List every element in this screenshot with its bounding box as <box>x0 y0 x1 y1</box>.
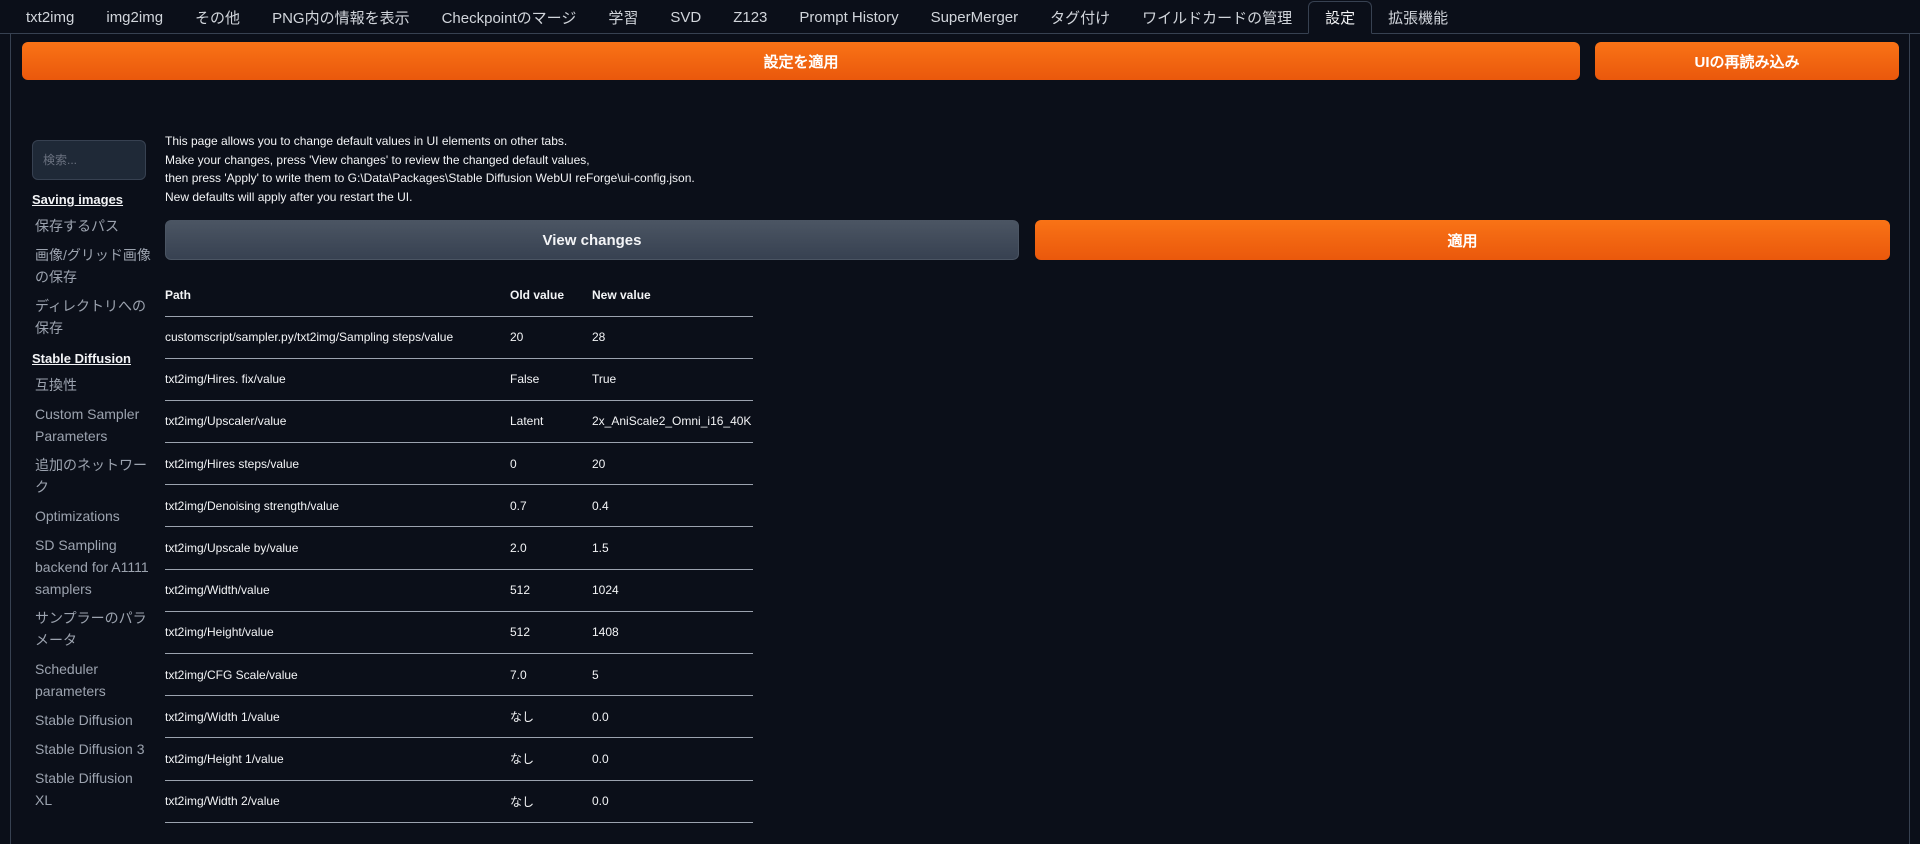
cell-new-value: 0.0 <box>592 695 753 739</box>
table-row: txt2img/Upscale by/value 2.0 1.5 <box>165 526 753 570</box>
tab-2[interactable]: その他 <box>179 1 256 33</box>
cell-old-value: 512 <box>510 569 592 612</box>
cell-new-value: 20 <box>592 442 753 486</box>
sidebar-item[interactable]: 互換性 <box>32 374 152 396</box>
cell-old-value: False <box>510 358 592 401</box>
table-row: txt2img/Height 1/value なし 0.0 <box>165 737 753 781</box>
tab-4[interactable]: Checkpointのマージ <box>426 1 593 33</box>
cell-old-value: なし <box>510 695 592 739</box>
tab-13[interactable]: 拡張機能 <box>1372 1 1464 33</box>
column-header-new-value: New value <box>592 274 753 317</box>
table-row: txt2img/Hires steps/value 0 20 <box>165 442 753 486</box>
table-row: txt2img/Width 1/value なし 0.0 <box>165 695 753 739</box>
tab-12[interactable]: 設定 <box>1308 1 1373 34</box>
tab-1[interactable]: img2img <box>90 1 179 33</box>
cell-old-value: 20 <box>510 316 592 359</box>
sidebar-item[interactable]: サンプラーのパラメータ <box>32 607 152 651</box>
cell-path: txt2img/Upscale by/value <box>165 526 510 570</box>
sidebar-item[interactable]: Stable Diffusion XL <box>32 767 152 811</box>
table-row: txt2img/Hires. fix/value False True <box>165 358 753 401</box>
description-line: then press 'Apply' to write them to G:\D… <box>165 171 695 185</box>
table-row: txt2img/Denoising strength/value 0.7 0.4 <box>165 484 753 528</box>
tab-0[interactable]: txt2img <box>10 1 90 33</box>
cell-new-value: 5 <box>592 653 753 697</box>
cell-new-value: 0.0 <box>592 737 753 781</box>
tab-9[interactable]: SuperMerger <box>915 1 1035 33</box>
sidebar-item[interactable]: Stable Diffusion 3 <box>32 738 152 760</box>
tab-5[interactable]: 学習 <box>592 1 654 33</box>
sidebar-section-title[interactable]: Saving images <box>32 192 152 207</box>
tab-7[interactable]: Z123 <box>717 1 783 33</box>
cell-new-value: 0.4 <box>592 484 753 528</box>
sidebar-item[interactable]: Stable Diffusion <box>32 709 152 731</box>
cell-path: txt2img/CFG Scale/value <box>165 653 510 697</box>
table-row: txt2img/Height/value 512 1408 <box>165 611 753 655</box>
cell-new-value: 1.5 <box>592 526 753 570</box>
cell-old-value: 0.7 <box>510 484 592 528</box>
cell-old-value: 0 <box>510 442 592 486</box>
cell-path: txt2img/Width 2/value <box>165 780 510 823</box>
table-row: txt2img/Width 2/value なし 0.0 <box>165 780 753 823</box>
cell-new-value: 1024 <box>592 569 753 612</box>
sidebar-item[interactable]: Custom Sampler Parameters <box>32 403 152 447</box>
tab-3[interactable]: PNG内の情報を表示 <box>256 1 426 33</box>
table-row: txt2img/CFG Scale/value 7.0 5 <box>165 653 753 697</box>
cell-new-value: 1408 <box>592 611 753 655</box>
cell-path: txt2img/Hires steps/value <box>165 442 510 486</box>
description-line: This page allows you to change default v… <box>165 134 568 148</box>
column-header-path: Path <box>165 274 510 317</box>
cell-new-value: 0.0 <box>592 780 753 823</box>
tab-8[interactable]: Prompt History <box>783 1 914 33</box>
cell-new-value: True <box>592 358 753 401</box>
column-header-old-value: Old value <box>510 274 592 317</box>
view-changes-button[interactable]: View changes <box>165 220 1019 260</box>
apply-settings-button[interactable]: 設定を適用 <box>22 42 1580 80</box>
settings-search-input[interactable] <box>32 140 146 180</box>
cell-old-value: なし <box>510 737 592 781</box>
tab-6[interactable]: SVD <box>654 1 717 33</box>
apply-defaults-button[interactable]: 適用 <box>1035 220 1890 260</box>
cell-path: txt2img/Height 1/value <box>165 737 510 781</box>
cell-path: txt2img/Height/value <box>165 611 510 655</box>
cell-old-value: 512 <box>510 611 592 655</box>
sidebar-item[interactable]: SD Sampling backend for A1111 samplers <box>32 534 152 600</box>
table-row: customscript/sampler.py/txt2img/Sampling… <box>165 316 753 359</box>
reload-ui-button[interactable]: UIの再読み込み <box>1595 42 1899 80</box>
cell-old-value: 7.0 <box>510 653 592 697</box>
cell-path: customscript/sampler.py/txt2img/Sampling… <box>165 316 510 359</box>
sidebar-item[interactable]: 保存するパス <box>32 215 152 237</box>
tab-bar: txt2img img2img その他 PNG内の情報を表示 Checkpointのマー… <box>0 0 1920 34</box>
settings-description: This page allows you to change default v… <box>165 132 965 206</box>
sidebar-item[interactable]: Scheduler parameters <box>32 658 152 702</box>
table-row: txt2img/Width/value 512 1024 <box>165 569 753 612</box>
description-line: Make your changes, press 'View changes' … <box>165 152 590 167</box>
description-line: New defaults will apply after you restar… <box>165 189 413 204</box>
sidebar-item[interactable]: 画像/グリッド画像の保存 <box>32 244 152 288</box>
cell-old-value: なし <box>510 780 592 823</box>
settings-sidebar: Saving images 保存するパス画像/グリッド画像の保存 ディレクトリへの保… <box>32 192 152 818</box>
cell-path: txt2img/Hires. fix/value <box>165 358 510 401</box>
sidebar-item[interactable]: ディレクトリへの保存 <box>32 295 152 339</box>
cell-old-value: 2.0 <box>510 526 592 570</box>
cell-path: txt2img/Denoising strength/value <box>165 484 510 528</box>
cell-new-value: 2x_AniScale2_Omni_i16_40K <box>592 400 753 444</box>
table-row: txt2img/Upscaler/value Latent 2x_AniScale2… <box>165 400 753 444</box>
cell-old-value: Latent <box>510 400 592 444</box>
changes-table: Path Old value New value customscript/sa… <box>165 274 753 823</box>
tab-11[interactable]: ワイルドカードの管理 <box>1126 1 1308 33</box>
sidebar-item[interactable]: 追加のネットワーク <box>32 454 152 498</box>
cell-path: txt2img/Width 1/value <box>165 695 510 739</box>
cell-path: txt2img/Width/value <box>165 569 510 612</box>
cell-path: txt2img/Upscaler/value <box>165 400 510 444</box>
cell-new-value: 28 <box>592 316 753 359</box>
sidebar-section-title[interactable]: Stable Diffusion <box>32 351 152 366</box>
tab-10[interactable]: タグ付け <box>1034 1 1126 33</box>
table-header-row: Path Old value New value <box>165 274 753 317</box>
sidebar-item[interactable]: Optimizations <box>32 505 152 527</box>
